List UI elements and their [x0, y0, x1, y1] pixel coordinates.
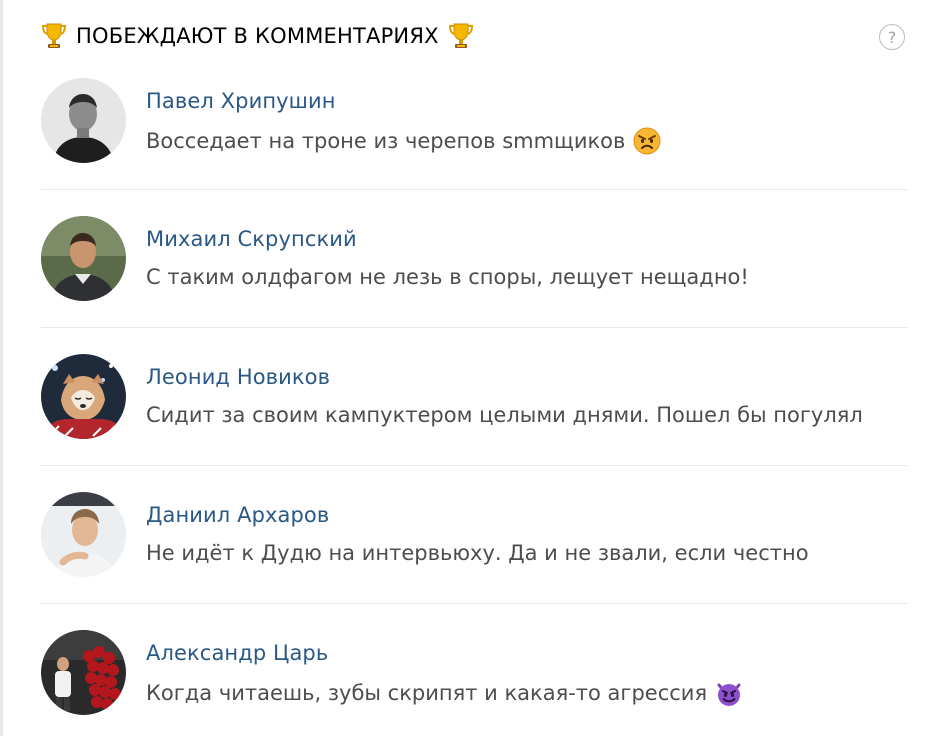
widget-header: ПОБЕЖДАЮТ В КОММЕНТАРИЯХ [40, 18, 477, 54]
comment-text: Не идёт к Дудю на интервьюху. Да и не зв… [146, 541, 809, 565]
comments-winners-widget: ПОБЕЖДАЮТ В КОММЕНТАРИЯХ ? Павел Хрипуши… [0, 0, 938, 736]
comment-text-content: Не идёт к Дудю на интервьюху. Да и не зв… [146, 541, 809, 565]
user-name[interactable]: Леонид Новиков [146, 365, 330, 389]
comment-text: Сидит за своим кампуктером целыми днями.… [146, 403, 863, 427]
user-name[interactable]: Даниил Архаров [146, 503, 329, 527]
trophy-icon [40, 21, 70, 51]
avatar[interactable] [41, 78, 126, 163]
list-item: Михаил Скрупский С таким олдфагом не лез… [41, 190, 908, 328]
angry-face-icon [633, 127, 661, 155]
list-item: Александр Царь Когда читаешь, зубы скрип… [41, 604, 908, 736]
trophy-icon [447, 21, 477, 51]
user-name[interactable]: Михаил Скрупский [146, 227, 357, 251]
comment-text-content: С таким олдфагом не лезь в споры, лещует… [146, 265, 749, 289]
comment-text: С таким олдфагом не лезь в споры, лещует… [146, 265, 749, 289]
comment-text-content: Когда читаешь, зубы скрипят и какая-то а… [146, 681, 708, 705]
comment-text: Когда читаешь, зубы скрипят и какая-то а… [146, 679, 743, 707]
avatar[interactable] [41, 354, 126, 439]
widget-title: ПОБЕЖДАЮТ В КОММЕНТАРИЯХ [76, 24, 439, 48]
user-name[interactable]: Александр Царь [146, 641, 328, 665]
avatar[interactable] [41, 492, 126, 577]
list-item: Леонид Новиков Сидит за своим кампуктеро… [41, 328, 908, 466]
smiling-devil-icon [715, 679, 743, 707]
comment-text: Восседает на троне из черепов smmщиков [146, 127, 661, 155]
list-item: Даниил Архаров Не идёт к Дудю на интервь… [41, 466, 908, 604]
user-name[interactable]: Павел Хрипушин [146, 89, 336, 113]
winners-list: Павел Хрипушин Восседает на троне из чер… [41, 52, 908, 736]
list-item: Павел Хрипушин Восседает на троне из чер… [41, 52, 908, 190]
avatar[interactable] [41, 216, 126, 301]
comment-text-content: Сидит за своим кампуктером целыми днями.… [146, 403, 863, 427]
comment-text-content: Восседает на троне из черепов smmщиков [146, 129, 626, 153]
avatar[interactable] [41, 630, 126, 715]
help-button[interactable]: ? [879, 24, 905, 50]
